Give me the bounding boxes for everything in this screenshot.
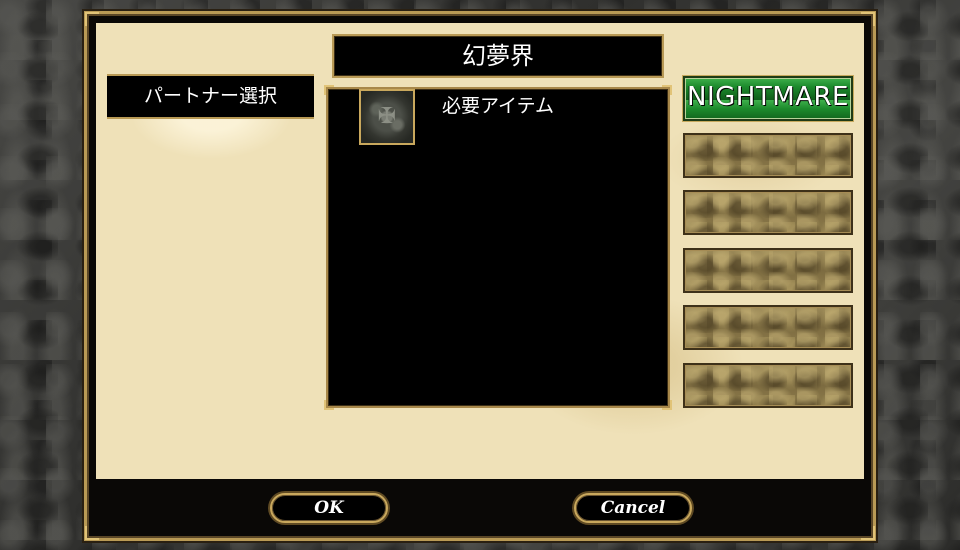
cancel-button[interactable]: Cancel bbox=[574, 493, 692, 523]
item-slot-3[interactable]: ✠ bbox=[359, 89, 415, 145]
frame-corner-ornament bbox=[85, 526, 99, 540]
ok-button[interactable]: OK bbox=[270, 493, 388, 523]
difficulty-button-empty[interactable] bbox=[683, 305, 853, 350]
rune-stone-icon: ✠ bbox=[377, 104, 397, 129]
panel-corner-ornament bbox=[662, 400, 672, 410]
required-items-panel: 必要アイテム ✠ ✠ ✠ bbox=[324, 85, 672, 410]
difficulty-button-empty[interactable] bbox=[683, 248, 853, 293]
panel-corner-ornament bbox=[324, 400, 334, 410]
difficulty-button-empty[interactable] bbox=[683, 190, 853, 235]
difficulty-button-nightmare[interactable]: NIGHTMARE bbox=[683, 76, 853, 121]
frame-corner-ornament bbox=[861, 526, 875, 540]
difficulty-button-empty[interactable] bbox=[683, 363, 853, 408]
partner-select-button[interactable]: パートナー選択 bbox=[107, 74, 314, 119]
difficulty-button-empty[interactable] bbox=[683, 133, 853, 178]
dialog-title: 幻夢界 bbox=[332, 34, 664, 78]
